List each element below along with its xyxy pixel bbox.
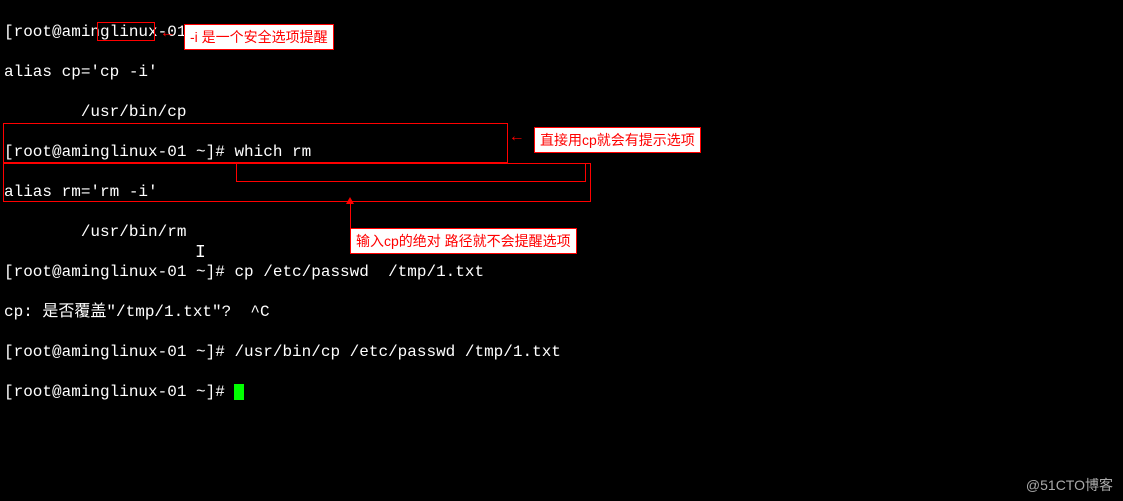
arrow-icon: ←: [163, 24, 173, 42]
annotation-label: -i 是一个安全选项提醒: [184, 24, 334, 50]
watermark-label: @51CTO博客: [1026, 475, 1113, 495]
alias-value: cp -i: [100, 63, 148, 81]
terminal-line: [root@aminglinux-01 ~]# /usr/bin/cp /etc…: [4, 342, 1119, 362]
text-segment: ': [148, 63, 158, 81]
terminal-line: [root@aminglinux-01 ~]#: [4, 382, 1119, 402]
terminal-line: alias cp='cp -i': [4, 62, 1119, 82]
terminal-line: [root@aminglinux-01 ~]# cp /etc/passwd /…: [4, 262, 1119, 282]
arrow-icon: ←: [512, 128, 522, 146]
terminal-output: [root@aminglinux-01 ~]# which cp alias c…: [0, 0, 1123, 424]
highlight-box-alias: [97, 22, 155, 41]
prompt: [root@aminglinux-01 ~]#: [4, 343, 234, 361]
cursor-icon[interactable]: [234, 384, 244, 400]
highlight-box-outer: [3, 163, 591, 202]
terminal-line: /usr/bin/cp: [4, 102, 1119, 122]
prompt[interactable]: [root@aminglinux-01 ~]#: [4, 383, 234, 401]
command-text: /usr/bin/cp /etc/passwd /tmp/1.txt: [234, 343, 560, 361]
text-segment: alias cp=': [4, 63, 100, 81]
annotation-label: 输入cp的绝对 路径就不会提醒选项: [350, 228, 577, 254]
annotation-label: 直接用cp就会有提示选项: [534, 127, 701, 153]
arrow-icon: [350, 203, 351, 228]
terminal-line: cp: 是否覆盖"/tmp/1.txt"? ^C: [4, 302, 1119, 322]
text-cursor-icon: I: [195, 243, 206, 263]
highlight-box-cp-prompt: [3, 123, 508, 163]
